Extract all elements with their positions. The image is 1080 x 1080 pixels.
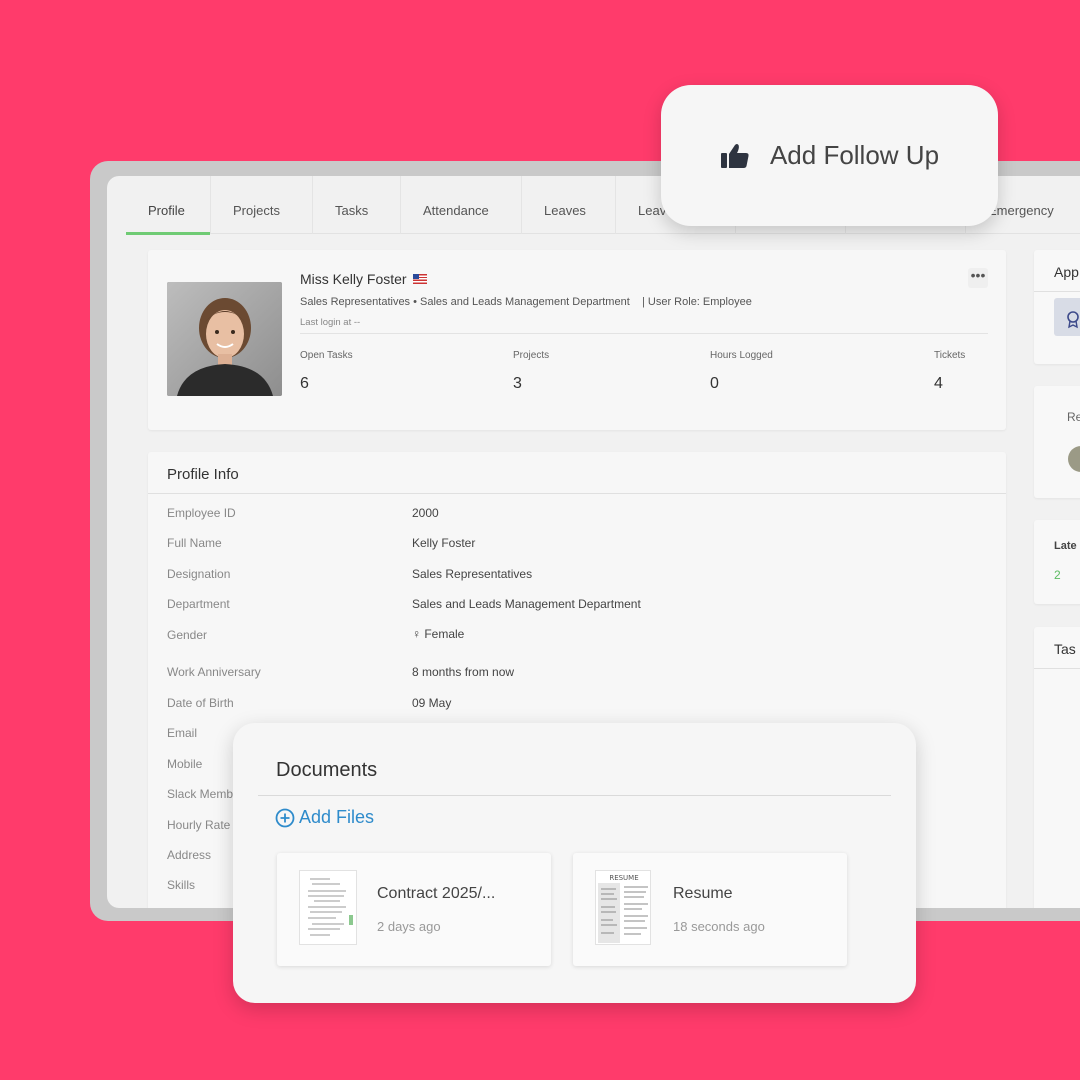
profile-divider (300, 333, 988, 334)
stat-label: Hours Logged (710, 350, 773, 361)
reports-title: Re (1067, 410, 1080, 424)
last-login: Last login at -- (300, 317, 361, 328)
tab-projects[interactable]: Projects (211, 176, 313, 234)
add-files-button[interactable]: Add Files (275, 807, 374, 828)
appreciation-title: App (1054, 264, 1079, 280)
employee-name: Miss Kelly Foster (300, 271, 407, 287)
thumbs-up-icon (720, 143, 749, 168)
row-label-slack: Slack Memb (167, 787, 234, 801)
add-files-label: Add Files (299, 807, 375, 827)
tab-attendance[interactable]: Attendance (401, 176, 522, 234)
add-follow-up-button[interactable]: Add Follow Up (661, 85, 998, 226)
late-title: Late (1054, 540, 1077, 552)
row-label-email: Email (167, 726, 198, 740)
card-divider (1034, 668, 1080, 669)
award-icon (1054, 298, 1080, 336)
avatar-photo (167, 282, 282, 396)
stat-open-tasks[interactable]: Open Tasks 6 (300, 350, 353, 393)
card-divider (1034, 291, 1080, 292)
documents-title: Documents (276, 759, 378, 781)
document-name: Contract 2025/... (377, 885, 496, 902)
stat-tickets[interactable]: Tickets 4 (934, 350, 965, 393)
row-value-designation: Sales Representatives (412, 567, 533, 581)
tab-leaves[interactable]: Leaves (522, 176, 616, 234)
row-label-hourly-rate: Hourly Rate (167, 818, 231, 832)
avatar (167, 282, 282, 396)
appreciation-card: App (1034, 250, 1080, 364)
documents-panel: Documents Add Files Contract 2025/... 2 … (233, 723, 916, 1003)
document-thumbnail: RESUME (595, 870, 651, 945)
row-label-employee-id: Employee ID (167, 506, 236, 520)
documents-divider (258, 795, 891, 796)
document-card-contract[interactable]: Contract 2025/... 2 days ago (277, 853, 551, 966)
reports-avatar (1068, 446, 1080, 472)
profile-info-title: Profile Info (167, 466, 239, 483)
stat-value: 0 (710, 375, 719, 392)
row-label-gender: Gender (167, 628, 208, 642)
profile-card: Miss Kelly Foster Sales Representatives … (148, 250, 1006, 430)
row-value-employee-id: 2000 (412, 506, 439, 520)
tab-tasks[interactable]: Tasks (313, 176, 401, 234)
employee-name-row: Miss Kelly Foster (300, 271, 427, 287)
document-thumbnail (299, 870, 357, 945)
profile-info-divider (148, 493, 1006, 494)
row-value-date-of-birth: 09 May (412, 696, 452, 710)
row-label-skills: Skills (167, 878, 196, 892)
tasks-title: Tas (1054, 641, 1076, 657)
document-card-resume[interactable]: RESUME Resume 18 seconds ago (573, 853, 847, 966)
row-label-mobile: Mobile (167, 757, 203, 771)
stat-value: 3 (513, 375, 522, 392)
stat-label: Open Tasks (300, 350, 353, 361)
late-card: Late 2 (1034, 520, 1080, 604)
stat-value: 4 (934, 375, 943, 392)
late-value: 2 (1054, 568, 1061, 582)
row-value-full-name: Kelly Foster (412, 536, 476, 550)
tab-profile[interactable]: Profile (126, 176, 211, 235)
row-label-address: Address (167, 848, 212, 862)
reports-card: Re (1034, 386, 1080, 498)
document-time: 2 days ago (377, 919, 441, 934)
stat-label: Projects (513, 350, 550, 361)
row-label-department: Department (167, 597, 230, 611)
row-value-department: Sales and Leads Management Department (412, 597, 641, 611)
plus-circle-icon (275, 808, 295, 827)
row-label-full-name: Full Name (167, 536, 222, 550)
row-value-work-anniversary: 8 months from now (412, 665, 515, 679)
row-label-date-of-birth: Date of Birth (167, 696, 234, 710)
document-time: 18 seconds ago (673, 919, 765, 934)
stat-value: 6 (300, 375, 309, 392)
more-options-button[interactable]: ••• (968, 268, 988, 288)
us-flag-icon (412, 274, 427, 284)
stat-label: Tickets (934, 350, 966, 361)
stat-hours-logged[interactable]: Hours Logged 0 (710, 350, 773, 393)
stat-projects[interactable]: Projects 3 (513, 350, 549, 393)
row-label-designation: Designation (167, 567, 231, 581)
row-value-gender: ♀ Female (412, 627, 465, 641)
row-label-work-anniversary: Work Anniversary (167, 665, 261, 679)
employee-subline: Sales Representatives • Sales and Leads … (300, 296, 752, 308)
document-name: Resume (673, 885, 733, 902)
add-follow-up-label: Add Follow Up (769, 140, 940, 170)
resume-thumb-label: RESUME (609, 874, 638, 882)
tasks-card: Tas (1034, 627, 1080, 908)
